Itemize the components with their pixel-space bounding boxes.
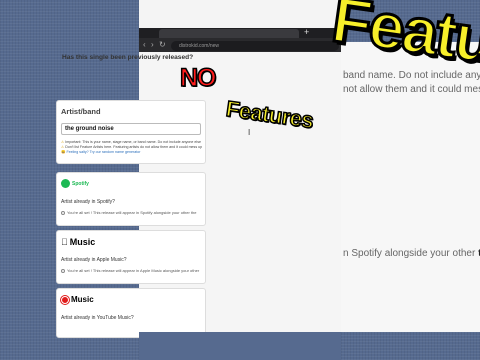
back-icon[interactable]: ‹ [143,40,146,49]
youtube-music-card: Music Artist already in YouTube Music? [56,288,206,338]
new-tab-button[interactable]: + [304,27,309,37]
apple-music-logo:  Music [61,237,95,247]
apple-icon:  [61,237,68,247]
text-cursor-icon: I [248,128,251,137]
apple-music-card:  Music Artist already in Apple Music? Y… [56,230,206,284]
right-bleed-page: band name. Do not include anyone els not… [341,42,480,332]
release-question: Has this single been previously released… [62,54,194,61]
youtube-music-question: Artist already in YouTube Music? [61,315,134,321]
spotify-card: Spotify Artist already in Spotify? You'r… [56,172,206,226]
address-bar[interactable]: distrokid.com/new [171,41,339,51]
bottom-background [139,332,341,360]
artist-card: Artist/band the ground noise ⚠ Important… [56,100,206,164]
spotify-option[interactable]: You're all set ! This release will appea… [61,210,197,215]
spotify-icon [61,179,70,188]
artist-label: Artist/band [61,107,101,116]
apple-music-question: Artist already in Apple Music? [61,257,127,263]
artist-name-input[interactable]: the ground noise [61,123,201,135]
spotify-question: Artist already in Spotify? [61,199,115,205]
note-generator[interactable]: 😀 Feeling salty? Try our random name gen… [61,150,202,155]
radio-icon[interactable] [61,210,65,215]
artist-notes: ⚠ Important: This is your name, stage na… [61,140,202,155]
apple-music-option[interactable]: You're all set ! This release will appea… [61,268,199,273]
spotify-logo: Spotify [61,179,89,188]
radio-icon[interactable] [61,268,65,273]
reload-icon[interactable]: ↻ [159,40,166,49]
bleed-line-3: n Spotify alongside your other the [343,248,480,259]
youtube-music-logo: Music [61,295,94,304]
bleed-line-2: not allow them and it could mess up y [343,84,480,95]
forward-icon[interactable]: › [151,40,154,49]
overlay-no-text: NO [179,63,217,93]
youtube-music-icon [61,295,69,304]
